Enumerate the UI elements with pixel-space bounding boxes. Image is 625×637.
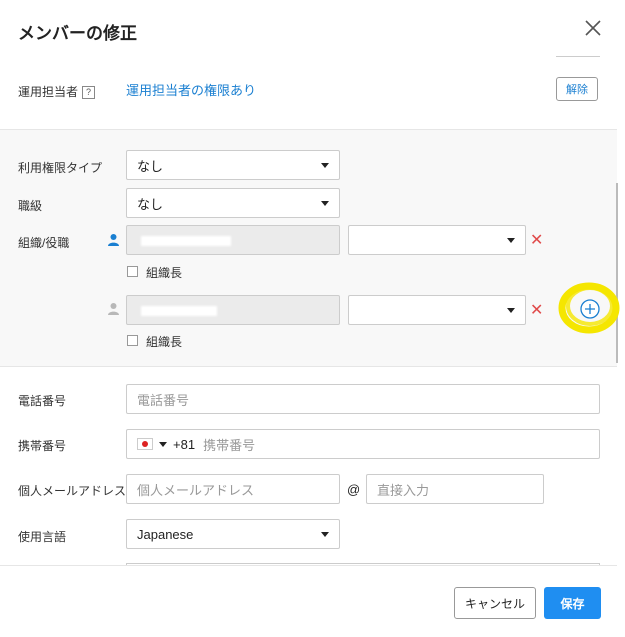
- flag-icon[interactable]: [137, 438, 153, 450]
- grade-select[interactable]: なし: [126, 188, 340, 218]
- country-caret-icon[interactable]: [159, 441, 167, 447]
- phone-label: 電話番号: [18, 394, 67, 408]
- remove-icon[interactable]: ✕: [530, 300, 543, 320]
- type-select-value: なし: [137, 158, 164, 174]
- domain-input[interactable]: 直接入力: [366, 474, 544, 504]
- mobile-placeholder: 携帯番号: [203, 437, 256, 453]
- chevron-down-icon: [507, 308, 515, 313]
- leader-label: 組織長: [146, 335, 183, 349]
- language-value: Japanese: [137, 526, 194, 542]
- phone-placeholder: 電話番号: [137, 392, 190, 408]
- org-name-field: [126, 295, 340, 325]
- save-button[interactable]: 保存: [544, 587, 601, 619]
- mobile-input[interactable]: +81 携帯番号: [126, 429, 600, 459]
- leader-label: 組織長: [146, 266, 183, 280]
- cancel-button[interactable]: キャンセル: [454, 587, 536, 619]
- phone-input[interactable]: 電話番号: [126, 384, 600, 414]
- admin-link[interactable]: 運用担当者の権限あり: [126, 80, 256, 99]
- top-divider: [556, 56, 600, 57]
- admin-label-text: 運用担当者: [18, 85, 79, 99]
- role-select[interactable]: [348, 225, 526, 255]
- email-input[interactable]: 個人メールアドレス: [126, 474, 340, 504]
- admin-label: 運用担当者?: [18, 83, 96, 100]
- org-name-field: [126, 225, 340, 255]
- help-icon[interactable]: ?: [82, 86, 96, 100]
- leader-checkbox[interactable]: [127, 335, 138, 346]
- leader-checkbox[interactable]: [127, 266, 138, 277]
- grade-select-value: なし: [137, 196, 164, 212]
- type-label: 利用権限タイプ: [18, 161, 103, 175]
- chevron-down-icon: [321, 163, 329, 168]
- remove-icon[interactable]: ✕: [530, 230, 543, 250]
- close-icon[interactable]: [583, 18, 603, 38]
- type-select[interactable]: なし: [126, 150, 340, 180]
- person-icon: [107, 302, 120, 320]
- email-placeholder: 個人メールアドレス: [137, 482, 255, 498]
- domain-placeholder: 直接入力: [377, 482, 430, 498]
- email-label: 個人メールアドレス: [18, 484, 127, 498]
- language-label: 使用言語: [18, 530, 67, 544]
- add-org-button[interactable]: [557, 278, 621, 339]
- role-select[interactable]: [348, 295, 526, 325]
- release-button[interactable]: 解除: [556, 77, 598, 101]
- chevron-down-icon: [321, 201, 329, 206]
- language-select[interactable]: Japanese: [126, 519, 340, 549]
- grade-label: 職級: [18, 199, 43, 213]
- country-code: +81: [173, 436, 196, 452]
- person-icon: [107, 233, 120, 251]
- chevron-down-icon: [507, 238, 515, 243]
- org-label: 組織/役職: [18, 236, 70, 250]
- mobile-label: 携帯番号: [18, 439, 67, 453]
- at-sign: @: [347, 482, 361, 497]
- dialog-title: メンバーの修正: [18, 24, 137, 43]
- footer-divider: [0, 565, 617, 566]
- chevron-down-icon: [321, 532, 329, 537]
